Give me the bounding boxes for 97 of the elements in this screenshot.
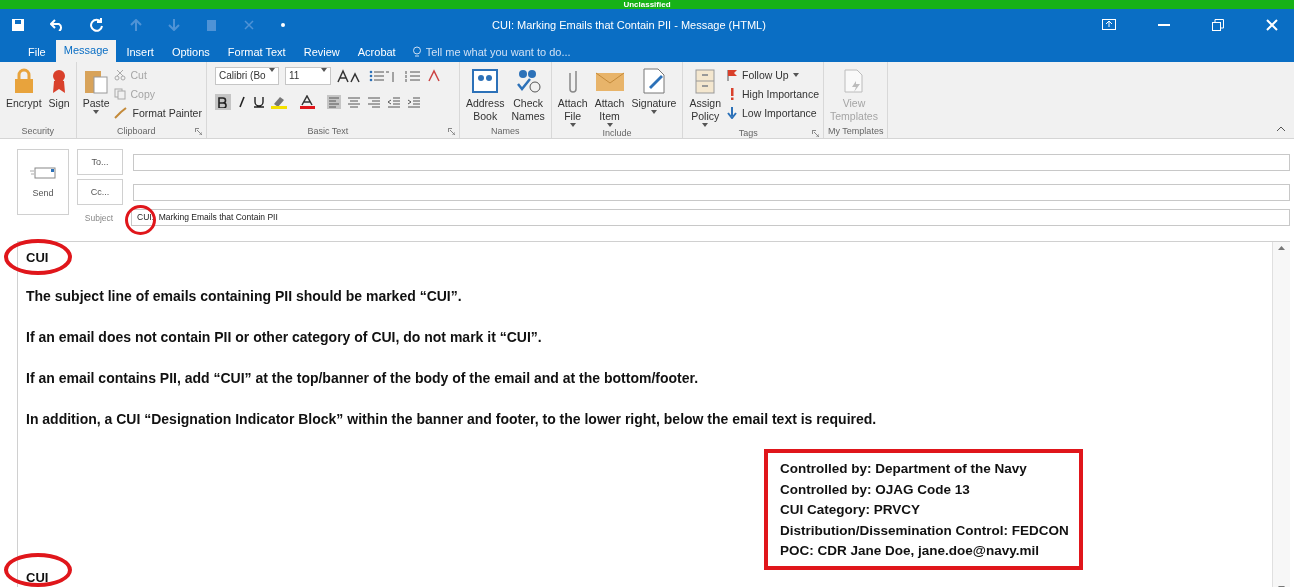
cc-field[interactable]: [133, 183, 1290, 201]
send-button[interactable]: Send: [17, 149, 69, 215]
grow-font-icon: [336, 69, 363, 83]
ribbon-button[interactable]: Follow Up: [726, 67, 820, 83]
dialog-launcher-icon[interactable]: [194, 128, 202, 135]
designation-line: Controlled by: Department of the Navy: [780, 460, 1028, 478]
ribbon-tab[interactable]: Options: [163, 42, 218, 62]
body-paragraph: The subject line of emails containing PII should be marked “CUI”.: [26, 287, 463, 306]
banner-marking: CUI: [26, 250, 49, 265]
ribbon-button[interactable]: Assign Policy: [687, 65, 723, 127]
caret-icon: [268, 68, 275, 72]
ribbon-button[interactable]: Signature: [629, 65, 679, 127]
ribbon-group-label: Tags: [737, 127, 759, 140]
address-book-icon: [471, 68, 500, 94]
designation-line: POC: CDR Jane Doe, jane.doe@navy.mil: [780, 542, 1040, 560]
dialog-launcher-icon[interactable]: [812, 130, 820, 137]
font-size-dropdown[interactable]: 11: [284, 67, 331, 85]
ribbon-tab[interactable]: File: [20, 42, 54, 62]
caret-icon: [606, 123, 613, 127]
caret-icon: [320, 68, 327, 72]
ribbon-button[interactable]: Low Importance: [726, 105, 820, 121]
down-arrow-icon: [168, 18, 180, 31]
ribbon-tab[interactable]: Format Text: [219, 42, 294, 62]
restore-icon: [1212, 18, 1224, 31]
close-icon: [1266, 18, 1278, 31]
minimize-icon: [1158, 23, 1170, 26]
align-center-icon: [346, 95, 361, 109]
up-arrow-icon: [130, 18, 142, 31]
underline-icon: [252, 96, 265, 108]
ribbon-button[interactable]: Sign: [46, 65, 72, 125]
ribbon-group-label: Basic Text: [306, 125, 350, 138]
align-left-icon: [326, 95, 341, 109]
collapse-ribbon-icon[interactable]: [1276, 126, 1286, 132]
scissors-icon: [114, 69, 127, 81]
bold-icon[interactable]: [214, 94, 231, 110]
brush-icon: [114, 107, 129, 119]
ribbon-group-label: Clipboard: [116, 125, 157, 138]
down-arrow-icon: [726, 107, 738, 119]
caret-icon: [569, 123, 576, 127]
font-dropdown[interactable]: Calibri (Bo: [214, 67, 279, 85]
ribbon-tab[interactable]: Review: [295, 42, 348, 62]
window-title: CUI: Marking Emails that Contain PII - Message (HTML): [492, 18, 767, 31]
body-paragraph: If an email does not contain PII or other category of CUI, do not mark it “CUI”.: [26, 328, 543, 347]
body-paragraph: If an email contains PII, add “CUI” at the top/banner of the body of the email and at the bottom/footer.: [26, 369, 700, 388]
to-button[interactable]: To...: [77, 149, 123, 175]
close-icon: [244, 19, 254, 30]
ribbon-button[interactable]: Check Names: [509, 65, 547, 125]
ribbon-group-label: My Templates: [828, 125, 884, 138]
lock-icon: [12, 68, 35, 94]
italic-icon: [236, 96, 247, 108]
ribbon-button[interactable]: Attach Item: [592, 65, 627, 127]
ribbon-tab[interactable]: Acrobat: [349, 42, 404, 62]
ribbon-group-label: Names: [490, 125, 521, 138]
designation-line: CUI Category: PRVCY: [780, 501, 922, 519]
flag-icon: [726, 69, 738, 81]
ribbon-button[interactable]: Address Book: [463, 65, 507, 125]
tell-me-search[interactable]: Tell me what you want to do...: [405, 42, 577, 62]
ribbon-tab[interactable]: Message: [55, 40, 117, 62]
ribbon-tab[interactable]: Insert: [118, 42, 162, 62]
body-paragraph: In addition, a CUI “Designation Indicator Block” within the banner and footer, to the lower right, below the email text is required.: [26, 410, 878, 429]
pen-document-icon: [641, 67, 667, 95]
numbering-icon: [404, 69, 421, 83]
designation-line: Controlled by: OJAG Code 13: [780, 480, 971, 499]
ribbon-button[interactable]: Paste: [80, 65, 112, 125]
save-icon: [12, 18, 24, 31]
document-bolt-icon: [842, 68, 865, 94]
scroll-up-icon[interactable]: [1278, 246, 1285, 250]
footer-marking: CUI: [26, 569, 49, 585]
decrease-indent-icon: [386, 95, 401, 109]
ribbon-button[interactable]: Attach File: [555, 65, 590, 127]
to-field[interactable]: [133, 153, 1290, 171]
ribbon-display-icon: [1102, 19, 1116, 30]
scrollbar[interactable]: [1272, 242, 1290, 587]
lightbulb-icon: [411, 46, 422, 58]
ribbon-button[interactable]: Encrypt: [4, 65, 44, 125]
caret-icon: [702, 123, 709, 127]
ribbon-button[interactable]: Format Painter: [114, 105, 202, 121]
copy-icon: [114, 88, 127, 100]
people-check-icon: [514, 68, 543, 94]
undo-icon: [50, 18, 64, 31]
cabinet-icon: [693, 67, 718, 95]
envelope-icon: [30, 166, 56, 180]
caret-icon: [651, 110, 657, 114]
increase-indent-icon: [406, 95, 421, 109]
caret-icon: [792, 73, 799, 77]
subject-label: Subject: [83, 212, 115, 223]
align-right-icon: [366, 95, 381, 109]
ribbon-group-label: Security: [20, 125, 56, 138]
redo-icon: [90, 17, 104, 32]
ribbon-button[interactable]: High Importance: [726, 86, 820, 102]
dialog-launcher-icon[interactable]: [447, 128, 455, 135]
caret-icon: [93, 110, 100, 114]
subject-field[interactable]: CUI: Marking Emails that Contain PII: [131, 209, 1290, 226]
designation-line: Distribution/Dissemination Control: FEDCON: [780, 521, 1069, 540]
ribbon-group-label: Include: [601, 127, 633, 140]
cc-button[interactable]: Cc...: [77, 179, 123, 205]
classification-banner: Unclassified: [0, 0, 1294, 9]
